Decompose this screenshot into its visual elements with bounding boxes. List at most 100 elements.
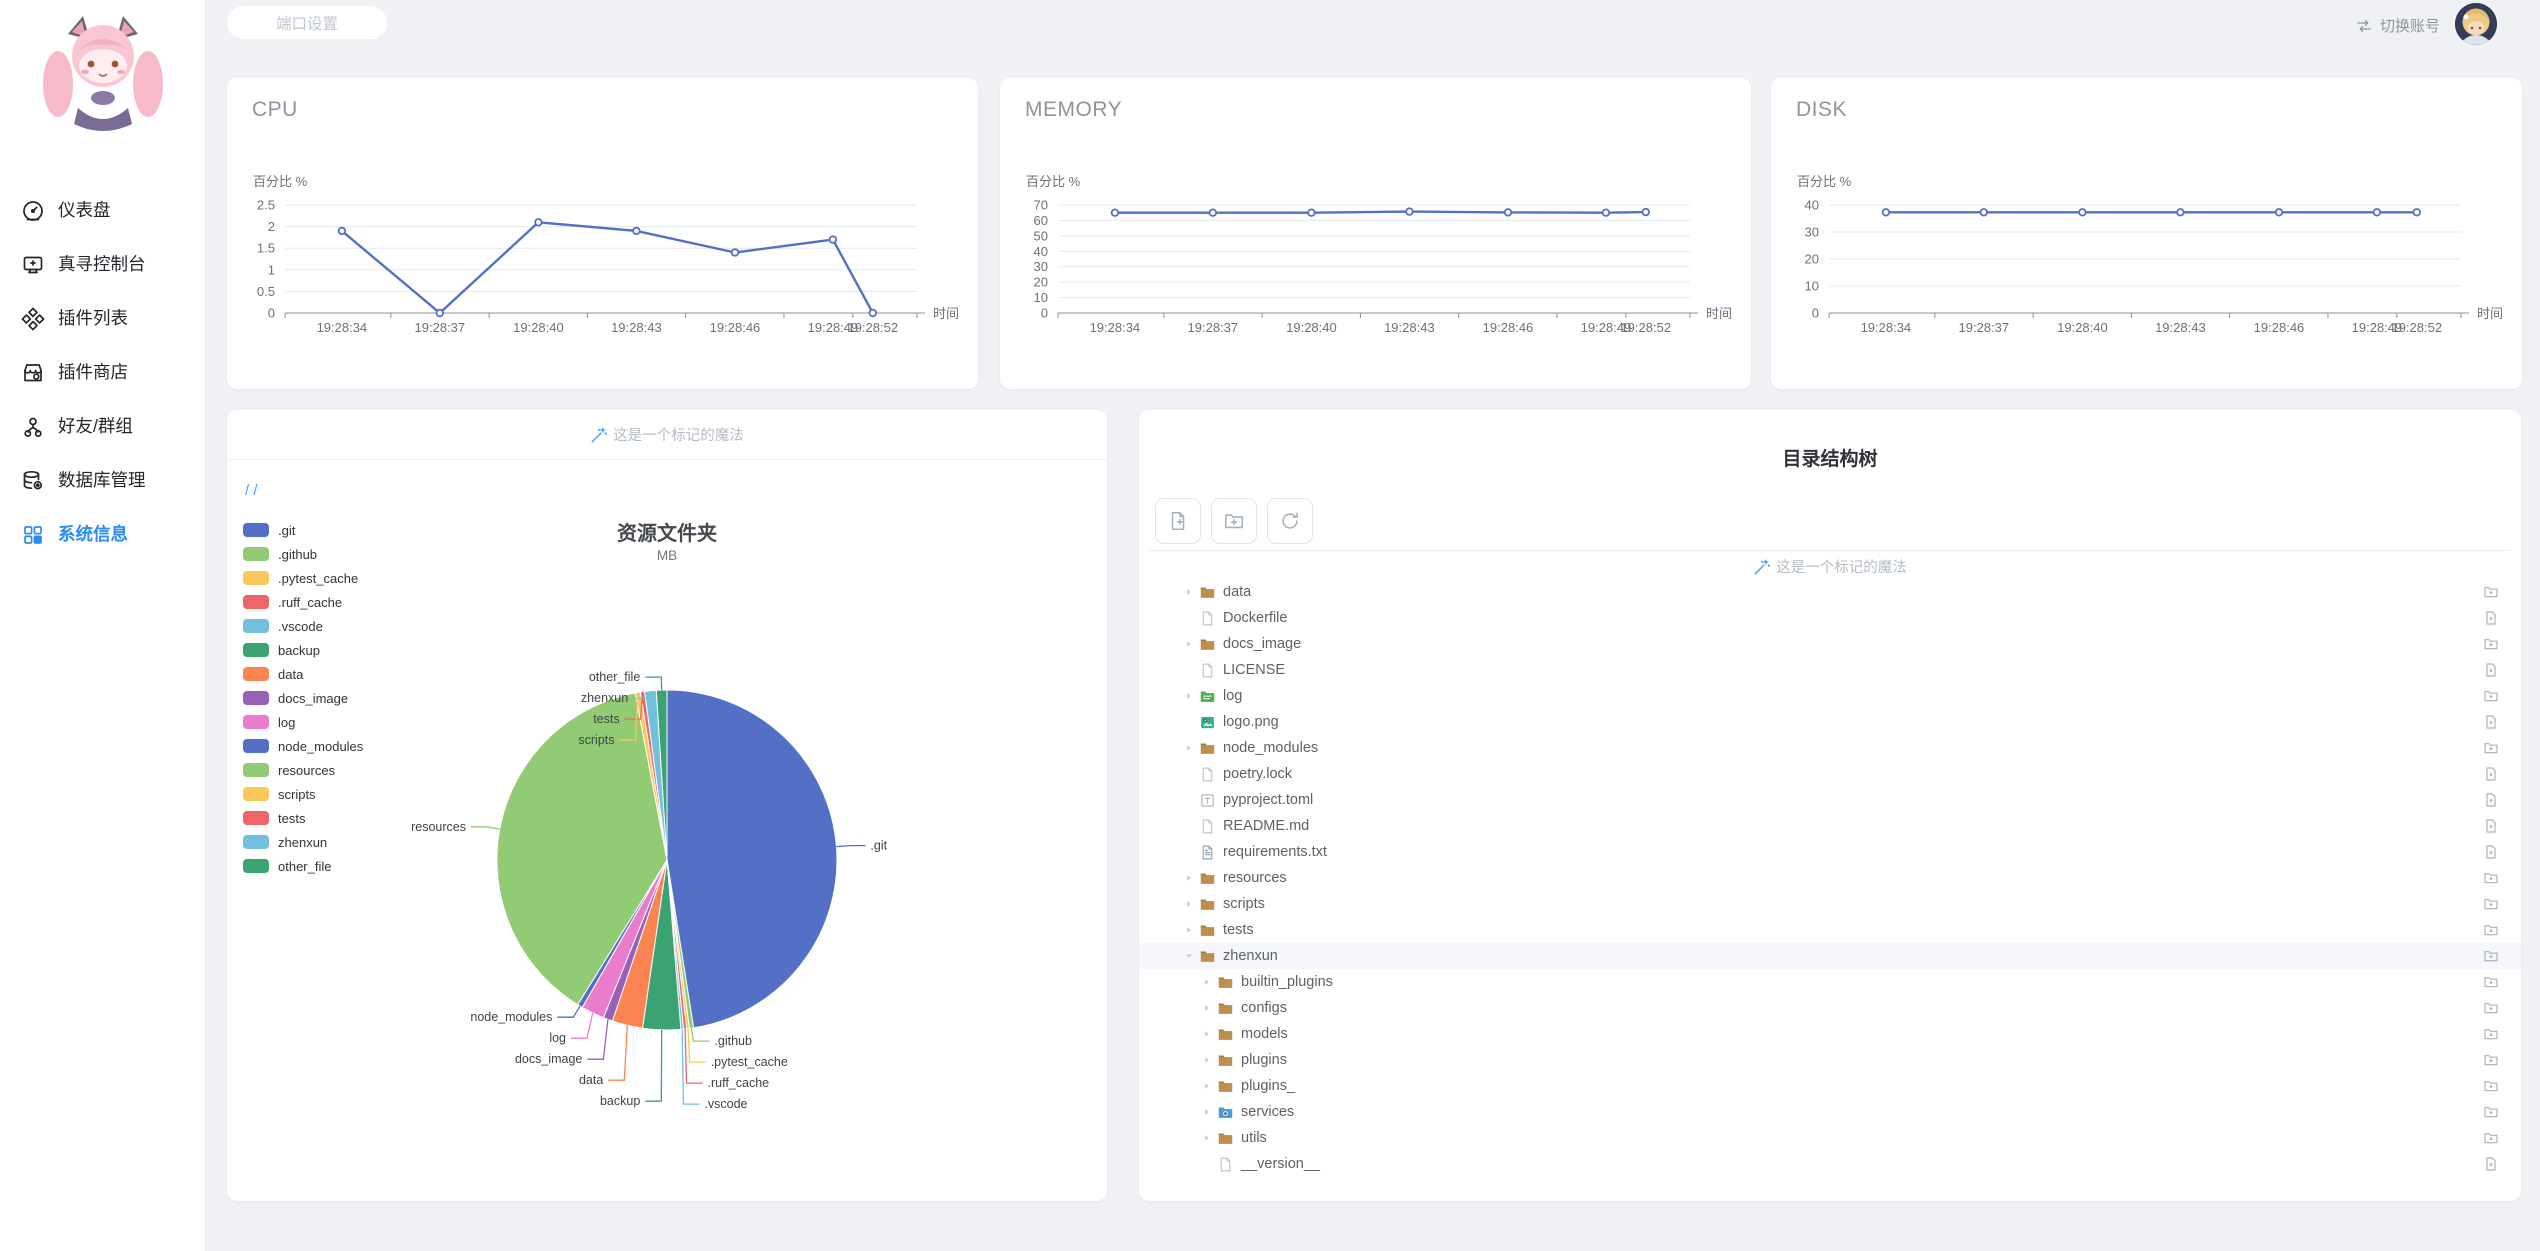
arrow-collapsed	[1204, 1083, 1209, 1089]
expand-arrow-icon[interactable]	[1181, 639, 1196, 649]
folder-download-icon[interactable]	[2483, 636, 2499, 652]
tree-row[interactable]: poetry.lock	[1139, 761, 2521, 787]
file-download-icon[interactable]	[2483, 1156, 2499, 1172]
file-download-icon[interactable]	[2483, 662, 2499, 678]
memory-chart: 百分比 % 010203040506070 19:28:34 19:28:37 19:2…	[1026, 174, 1732, 335]
tree-row[interactable]: builtin_plugins	[1139, 969, 2521, 995]
folder-download-icon[interactable]	[2483, 1000, 2499, 1016]
folder-download-icon[interactable]	[2483, 922, 2499, 938]
sidebar: 仪表盘 真寻控制台 插件列表 插件商店 好友/群组 数据库管理 系统信息	[0, 0, 206, 1251]
tree-row[interactable]: plugins	[1139, 1047, 2521, 1073]
folder	[1218, 1055, 1233, 1066]
expand-arrow-icon[interactable]	[1181, 951, 1196, 961]
expand-arrow-icon[interactable]	[1181, 743, 1196, 753]
tree-row-label: builtin_plugins	[1241, 974, 1333, 990]
tree-row[interactable]: logo.png	[1139, 709, 2521, 735]
folder-icon	[1217, 1000, 1234, 1017]
tree-row[interactable]: resources	[1139, 865, 2521, 891]
tree-row[interactable]: services	[1139, 1099, 2521, 1125]
tree-row[interactable]: Dockerfile	[1139, 605, 2521, 631]
folder-download-icon[interactable]	[2483, 740, 2499, 756]
expand-arrow-icon[interactable]	[1199, 977, 1214, 987]
expand-arrow-icon[interactable]	[1199, 1003, 1214, 1013]
tree-row[interactable]: requirements.txt	[1139, 839, 2521, 865]
svg-text:19:28:43: 19:28:43	[1384, 320, 1435, 335]
tree-row-label: LICENSE	[1223, 662, 1286, 678]
file-icon	[1217, 1156, 1234, 1173]
tree-row[interactable]: tests	[1139, 917, 2521, 943]
tree-row[interactable]: README.md	[1139, 813, 2521, 839]
svg-text:30: 30	[1805, 225, 1819, 240]
expand-arrow-icon[interactable]	[1199, 1107, 1214, 1117]
folder-icon	[1217, 1130, 1234, 1147]
folder-download-icon[interactable]	[2483, 688, 2499, 704]
svg-text:19:28:46: 19:28:46	[2254, 320, 2305, 335]
file-download-icon[interactable]	[2483, 766, 2499, 782]
folder-download-icon[interactable]	[2483, 1130, 2499, 1146]
tree-row[interactable]: docs_image	[1139, 631, 2521, 657]
file-download-icon[interactable]	[2483, 610, 2499, 626]
tree-row[interactable]: log	[1139, 683, 2521, 709]
expand-arrow-icon[interactable]	[1181, 899, 1196, 909]
tree-row[interactable]: data	[1139, 586, 2521, 605]
sidebar-item-system-info[interactable]: 系统信息	[0, 508, 205, 562]
port-settings-button[interactable]: 端口设置	[227, 6, 387, 39]
folder-download-icon[interactable]	[2483, 1078, 2499, 1094]
sidebar-item-plugin-list[interactable]: 插件列表	[0, 292, 205, 346]
svg-text:百分比 %: 百分比 %	[253, 174, 308, 189]
file	[1202, 767, 1213, 781]
file-download-icon[interactable]	[2483, 844, 2499, 860]
avatar[interactable]	[2455, 3, 2497, 45]
tree-row[interactable]: pyproject.toml	[1139, 787, 2521, 813]
folder-download-icon[interactable]	[2483, 1052, 2499, 1068]
folder-download-icon[interactable]	[2483, 1026, 2499, 1042]
tree-row[interactable]: plugins_	[1139, 1073, 2521, 1099]
svg-text:19:28:34: 19:28:34	[1090, 320, 1141, 335]
expand-arrow-icon[interactable]	[1181, 587, 1196, 597]
directory-tree[interactable]: data Dockerfile docs_image LICENSE log l…	[1139, 586, 2521, 1195]
switch-account-label: 切换账号	[2379, 18, 2440, 35]
folder-download-icon[interactable]	[2483, 896, 2499, 912]
expand-arrow-icon[interactable]	[1199, 1055, 1214, 1065]
sidebar-item-console[interactable]: 真寻控制台	[0, 238, 205, 292]
expand-arrow-icon[interactable]	[1181, 925, 1196, 935]
folder-download-icon[interactable]	[2483, 974, 2499, 990]
sidebar-item-dashboard[interactable]: 仪表盘	[0, 184, 205, 238]
folder-download-icon[interactable]	[2483, 870, 2499, 886]
tree-row[interactable]: __version__	[1139, 1151, 2521, 1177]
file	[1202, 819, 1213, 833]
file-download-icon[interactable]	[2483, 714, 2499, 730]
switch-account-button[interactable]: 切换账号	[2355, 15, 2440, 36]
expand-arrow-icon[interactable]	[1199, 1133, 1214, 1143]
memory-card: MEMORY 百分比 % 0 10 20 30 40 50 60 70 19:28:34 19:28…	[1000, 78, 1751, 389]
expand-arrow-icon[interactable]	[1181, 691, 1196, 701]
expand-arrow-icon[interactable]	[1181, 873, 1196, 883]
tree-row[interactable]: node_modules	[1139, 735, 2521, 761]
file-download-icon[interactable]	[2483, 818, 2499, 834]
tree-row[interactable]: zhenxun	[1139, 943, 2521, 969]
folder-download-icon[interactable]	[2483, 948, 2499, 964]
tree-row[interactable]: scripts	[1139, 891, 2521, 917]
tree-row[interactable]: models	[1139, 1021, 2521, 1047]
new-folder-button[interactable]	[1211, 498, 1257, 544]
tree-row[interactable]: configs	[1139, 995, 2521, 1021]
expand-arrow-icon[interactable]	[1199, 1081, 1214, 1091]
folder-download-icon	[2484, 951, 2498, 962]
folder-download-icon[interactable]	[2483, 1104, 2499, 1120]
sidebar-item-plugin-store[interactable]: 插件商店	[0, 346, 205, 400]
folder	[1218, 977, 1233, 988]
expand-arrow-icon[interactable]	[1199, 1029, 1214, 1039]
pie-slice-label: .ruff_cache	[708, 1076, 770, 1090]
tree-row[interactable]: LICENSE	[1139, 657, 2521, 683]
folder-download-icon	[2484, 743, 2498, 754]
sidebar-item-database[interactable]: 数据库管理	[0, 454, 205, 508]
cpu-chart: 百分比 % 0 0.5 1 1.5 2 2.5 19:28:34 19:28:37 19:28:4…	[253, 174, 959, 335]
refresh-button[interactable]	[1267, 498, 1313, 544]
sidebar-item-friends-groups[interactable]: 好友/群组	[0, 400, 205, 454]
folder-log-icon	[1199, 688, 1216, 705]
file-download-icon[interactable]	[2483, 792, 2499, 808]
tree-row[interactable]: utils	[1139, 1125, 2521, 1151]
folder-download-icon[interactable]	[2483, 586, 2499, 600]
new-file-button[interactable]	[1155, 498, 1201, 544]
svg-text:1.5: 1.5	[257, 241, 275, 256]
